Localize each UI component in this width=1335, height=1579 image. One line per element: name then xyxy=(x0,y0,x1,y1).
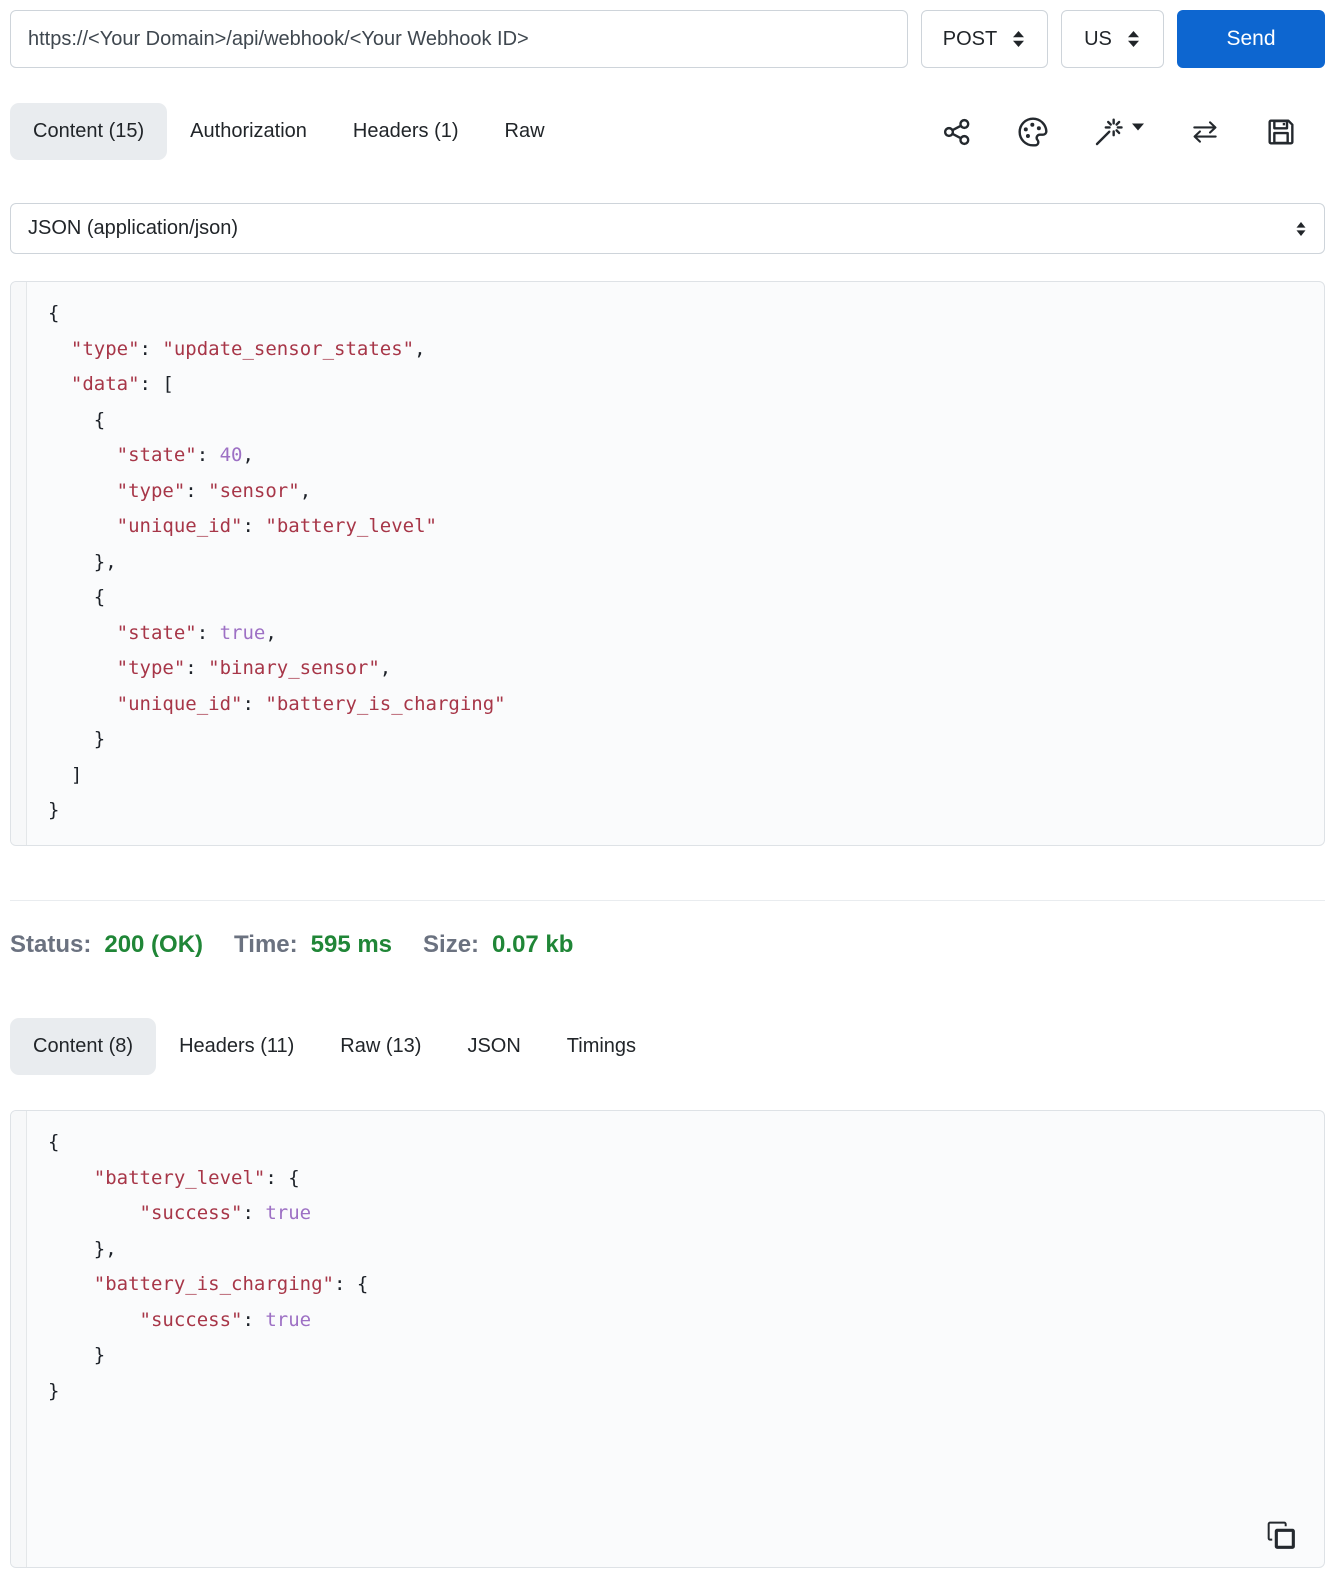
code-line: "state": 40, xyxy=(116,444,254,466)
toolbar xyxy=(941,116,1297,148)
code-line: "success": true xyxy=(139,1202,312,1224)
editor-gutter xyxy=(11,282,27,845)
request-tab-content[interactable]: Content (15) xyxy=(10,103,168,160)
save-button[interactable] xyxy=(1265,116,1297,148)
method-select-value: POST xyxy=(942,27,998,50)
code-line: "unique_id": "battery_level" xyxy=(116,515,437,537)
code-line: "type": "binary_sensor", xyxy=(116,657,392,679)
updown-arrows-icon xyxy=(1296,221,1306,236)
api-client-page: POST US Send Content (15)AuthorizationHe… xyxy=(0,0,1335,1568)
code-line: "type": "sensor", xyxy=(116,479,312,502)
code-line: "success": true xyxy=(139,1308,312,1331)
theme-button[interactable] xyxy=(1017,116,1049,148)
response-tab-timings[interactable]: Timings xyxy=(544,1018,659,1075)
time-value: 595 ms xyxy=(310,931,393,958)
copy-button[interactable] xyxy=(1264,1518,1298,1555)
viewer-gutter xyxy=(11,1111,27,1567)
body-type-select-value: JSON (application/json) xyxy=(28,217,239,239)
status-label: Status: xyxy=(10,931,92,958)
request-tab-authorization[interactable]: Authorization xyxy=(167,103,330,160)
response-tab-headers[interactable]: Headers (11) xyxy=(156,1018,317,1075)
code-line: { xyxy=(48,1131,60,1153)
share-button[interactable] xyxy=(941,116,973,148)
updown-arrows-icon xyxy=(1013,31,1025,47)
size-value: 0.07 kb xyxy=(492,931,574,958)
code-line: "battery_is_charging": { xyxy=(93,1273,369,1295)
body-type-select[interactable]: JSON (application/json) xyxy=(10,203,1325,254)
save-icon xyxy=(1268,118,1294,145)
code-line: "type": "update_sensor_states", xyxy=(70,337,426,360)
request-bar: POST US Send xyxy=(10,10,1325,68)
updown-arrows-icon xyxy=(1127,31,1139,47)
response-status-bar: Status: 200 (OK) Time: 595 ms Size: 0.07… xyxy=(10,925,1325,965)
status-stat: Status: 200 (OK) xyxy=(10,931,203,959)
code-line: { xyxy=(48,586,106,608)
code-line: } xyxy=(48,799,60,821)
code-line: "data": [ xyxy=(70,373,174,395)
code-line: "battery_level": { xyxy=(93,1166,300,1189)
region-select[interactable]: US xyxy=(1061,10,1164,68)
send-button[interactable]: Send xyxy=(1177,10,1325,68)
magic-wand-icon xyxy=(1095,118,1123,145)
code-line: { xyxy=(48,408,106,431)
response-tab-content[interactable]: Content (8) xyxy=(10,1018,157,1075)
response-tabs: Content (8) Headers (11) Raw (13) JSON Timin… xyxy=(10,1018,659,1075)
request-tab-raw[interactable]: Raw xyxy=(482,103,568,160)
code-line: } xyxy=(48,1379,60,1402)
size-label: Size: xyxy=(423,931,480,958)
time-label: Time: xyxy=(234,931,298,958)
request-tab-headers[interactable]: Headers (1) xyxy=(330,103,482,160)
code-line: }, xyxy=(48,1237,117,1260)
chevron-down-icon xyxy=(1132,123,1144,130)
response-body-code: { "battery_level": { "success": true }, … xyxy=(27,1111,368,1567)
code-line: ] xyxy=(48,763,83,786)
request-body-code: { "type": "update_sensor_states", "data"… xyxy=(27,282,506,845)
code-line: } xyxy=(48,1344,106,1366)
method-select[interactable]: POST xyxy=(921,10,1048,68)
response-tabs-row: Content (8) Headers (11) Raw (13) JSON Timin… xyxy=(10,1018,1325,1075)
status-value: 200 (OK) xyxy=(104,931,204,958)
url-input[interactable] xyxy=(10,10,908,68)
code-line: } xyxy=(48,728,106,750)
response-body-viewer: { "battery_level": { "success": true }, … xyxy=(10,1110,1325,1568)
code-line: }, xyxy=(48,550,117,573)
copy-icon xyxy=(1267,1521,1295,1549)
request-body-editor[interactable]: { "type": "update_sensor_states", "data"… xyxy=(10,281,1325,846)
size-stat: Size: 0.07 kb xyxy=(423,931,573,959)
palette-icon xyxy=(1018,116,1048,147)
code-line: "state": true, xyxy=(116,621,277,644)
region-select-value: US xyxy=(1084,27,1112,50)
code-line: "unique_id": "battery_is_charging" xyxy=(116,692,506,715)
magic-wand-button[interactable] xyxy=(1093,116,1145,148)
request-tabs-row: Content (15) Authorization Headers (1) Raw xyxy=(10,103,1325,160)
divider xyxy=(10,900,1325,901)
time-stat: Time: 595 ms xyxy=(234,931,392,959)
response-tab-json[interactable]: JSON xyxy=(444,1018,543,1075)
request-tabs: Content (15) Authorization Headers (1) Raw xyxy=(10,103,568,160)
response-tab-raw[interactable]: Raw (13) xyxy=(317,1018,444,1075)
share-icon xyxy=(943,118,970,145)
swap-arrows-icon xyxy=(1193,120,1217,143)
code-line: { xyxy=(48,302,60,324)
swap-button[interactable] xyxy=(1189,116,1221,148)
